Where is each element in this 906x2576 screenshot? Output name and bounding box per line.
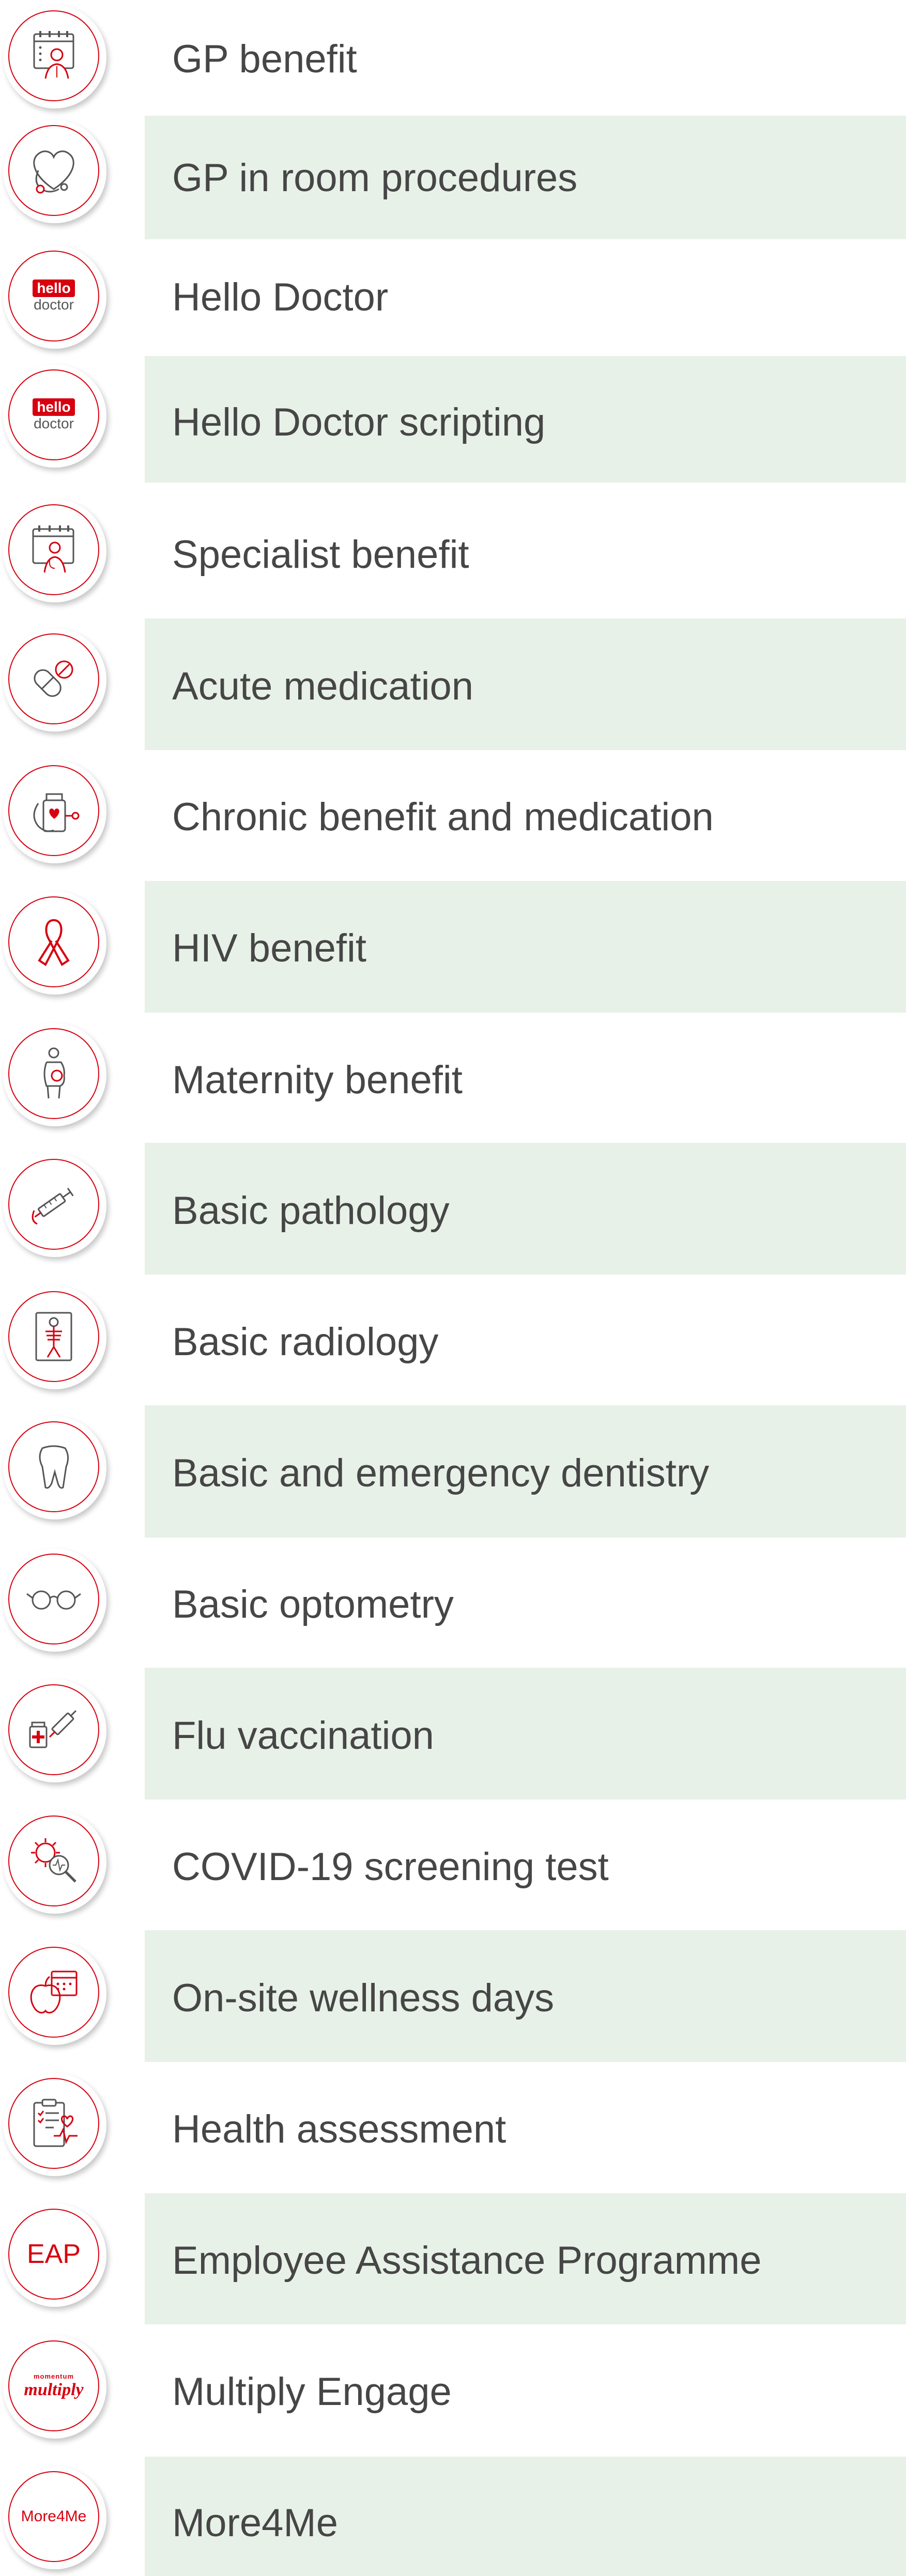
benefit-row: Basic and emergency dentistry — [0, 1405, 906, 1538]
benefit-icon-badge — [3, 5, 106, 108]
benefit-label: Specialist benefit — [172, 533, 469, 577]
benefit-icon-badge — [3, 1023, 106, 1126]
xray-icon — [8, 1291, 99, 1382]
benefit-icon-badge — [3, 1416, 106, 1519]
benefit-label: More4Me — [172, 2501, 338, 2545]
pregnant-woman-icon — [8, 1028, 99, 1119]
benefit-row: Specialist benefit — [0, 488, 906, 618]
benefit-row: Chronic benefit and medication — [0, 750, 906, 881]
hello-doctor-logo-icon: hello doctor — [8, 369, 99, 460]
benefit-label: Basic optometry — [172, 1582, 454, 1626]
logo-word-multiply: multiply — [24, 2380, 84, 2399]
benefit-row: Basic radiology — [0, 1275, 906, 1405]
benefit-label: On-site wellness days — [172, 1976, 555, 2020]
benefit-label: Health assessment — [172, 2107, 506, 2151]
benefit-row: HIV benefit — [0, 881, 906, 1013]
medication-bottle-stethoscope-icon — [8, 765, 99, 856]
benefit-label: Employee Assistance Programme — [172, 2239, 762, 2283]
benefit-icon-badge — [3, 1548, 106, 1652]
benefit-icon-badge — [3, 120, 106, 223]
benefit-row: Health assessment — [0, 2062, 906, 2193]
clipboard-heartbeat-icon — [8, 2078, 99, 2169]
benefit-label: Basic and emergency dentistry — [172, 1451, 710, 1495]
doctor-calendar-icon — [8, 10, 99, 101]
syringe-icon — [8, 1159, 99, 1250]
logo-word-hello: hello — [33, 280, 75, 297]
benefit-icon-badge: momentum multiply — [3, 2335, 106, 2439]
benefit-icon-badge: hello doctor — [3, 364, 106, 468]
benefit-label: Flu vaccination — [172, 1714, 434, 1758]
awareness-ribbon-icon — [8, 896, 99, 987]
benefit-label: Maternity benefit — [172, 1058, 463, 1102]
benefit-row: COVID-19 screening test — [0, 1799, 906, 1930]
benefit-icon-badge — [3, 628, 106, 732]
benefit-label: Chronic benefit and medication — [172, 795, 714, 839]
benefit-icon-badge — [3, 1942, 106, 2045]
benefit-icon-badge: hello doctor — [3, 245, 106, 349]
vaccine-icon — [8, 1684, 99, 1775]
benefit-label: HIV benefit — [172, 926, 366, 970]
pills-icon — [8, 633, 99, 724]
benefit-icon-badge — [3, 760, 106, 863]
badge-text: EAP — [26, 2239, 81, 2269]
virus-magnifier-icon — [8, 1815, 99, 1906]
benefit-label: Basic pathology — [172, 1189, 450, 1233]
logo-word-momentum: momentum — [33, 2372, 74, 2380]
stethoscope-heart-icon — [8, 125, 99, 216]
benefit-row: Flu vaccination — [0, 1668, 906, 1799]
benefit-row: GP benefit — [0, 0, 906, 116]
benefit-row: hello doctor Hello Doctor scripting — [0, 356, 906, 483]
benefit-row: Acute medication — [0, 618, 906, 750]
hello-doctor-logo-icon: hello doctor — [8, 251, 99, 342]
glasses-icon — [8, 1554, 99, 1644]
logo-word-hello: hello — [33, 398, 75, 416]
benefit-row: Basic pathology — [0, 1143, 906, 1275]
multiply-logo-icon: momentum multiply — [8, 2340, 99, 2431]
benefit-icon-badge — [3, 891, 106, 995]
tooth-icon — [8, 1421, 99, 1512]
benefit-row: GP in room procedures — [0, 116, 906, 239]
benefit-row: Basic optometry — [0, 1538, 906, 1668]
apple-calendar-icon — [8, 1947, 99, 2038]
benefit-row: EAP Employee Assistance Programme — [0, 2193, 906, 2324]
benefit-label: Acute medication — [172, 664, 473, 708]
logo-word-doctor: doctor — [34, 297, 74, 313]
benefit-row: More4Me More4Me — [0, 2457, 906, 2576]
benefit-icon-badge — [3, 1679, 106, 1782]
benefit-icon-badge: EAP — [3, 2203, 106, 2307]
benefit-icon-badge — [3, 1154, 106, 1257]
benefit-row: On-site wellness days — [0, 1930, 906, 2062]
benefit-icon-badge — [3, 2073, 106, 2176]
benefit-row: hello doctor Hello Doctor — [0, 239, 906, 356]
benefit-row: momentum multiply Multiply Engage — [0, 2324, 906, 2457]
benefit-label: Hello Doctor — [172, 275, 389, 319]
benefit-icon-badge — [3, 1810, 106, 1914]
benefit-icon-badge — [3, 1286, 106, 1389]
specialist-calendar-icon — [8, 504, 99, 595]
benefit-icon-badge: More4Me — [3, 2466, 106, 2569]
eap-text-icon: EAP — [8, 2209, 99, 2300]
more4me-text-icon: More4Me — [8, 2471, 99, 2562]
benefit-label: COVID-19 screening test — [172, 1845, 609, 1889]
benefit-row: Maternity benefit — [0, 1013, 906, 1143]
badge-text: More4Me — [21, 2508, 87, 2525]
benefit-label: Basic radiology — [172, 1320, 439, 1364]
benefit-label: GP benefit — [172, 37, 357, 81]
benefit-icon-badge — [3, 499, 106, 602]
benefit-label: GP in room procedures — [172, 156, 578, 200]
logo-word-doctor: doctor — [34, 415, 74, 431]
benefit-label: Multiply Engage — [172, 2370, 452, 2414]
benefit-label: Hello Doctor scripting — [172, 400, 546, 444]
